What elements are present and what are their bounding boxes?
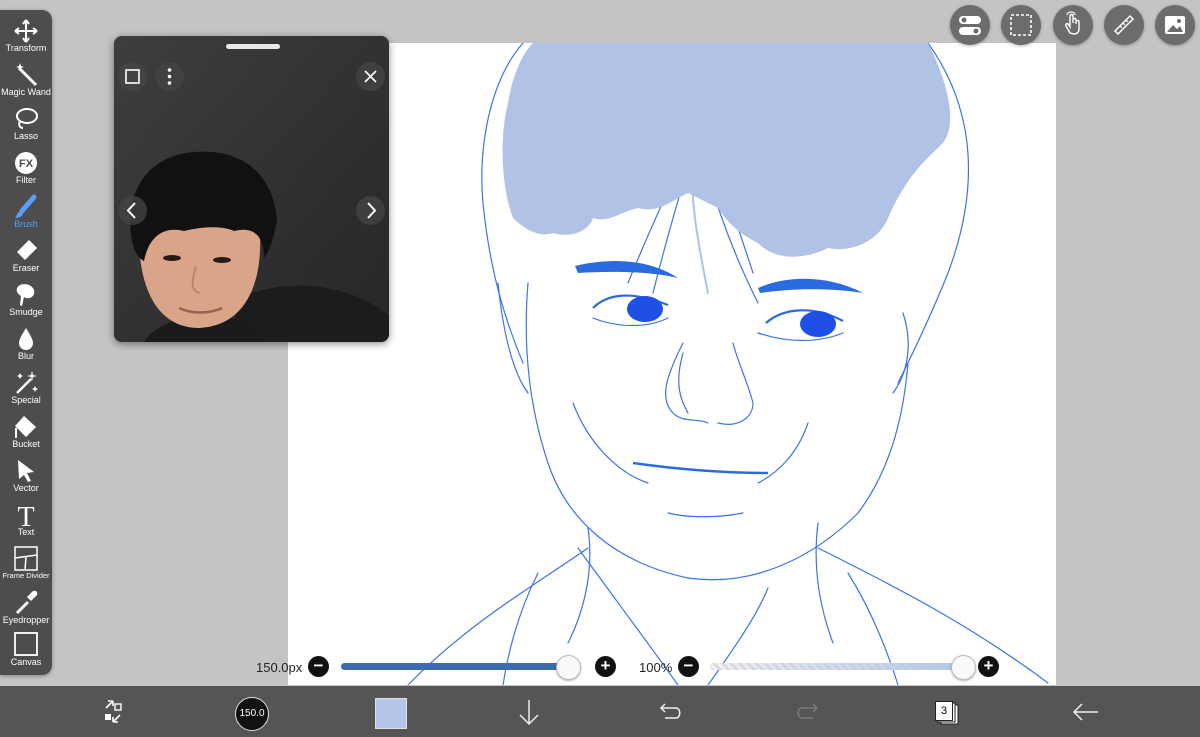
frame-divider-icon: [14, 546, 38, 571]
transform-icon: [14, 19, 38, 43]
bottom-bar: [0, 686, 1200, 737]
layers-count-badge: 3: [935, 701, 953, 721]
tool-label: Blur: [17, 351, 34, 361]
redo-icon: [797, 703, 819, 719]
tool-label: Special: [11, 395, 41, 405]
chevron-left-icon: [126, 202, 136, 219]
image-icon: [1165, 16, 1185, 34]
tool-bucket[interactable]: Bucket: [0, 414, 52, 456]
lasso-icon: [16, 108, 38, 129]
more-vertical-icon: [167, 68, 172, 85]
tool-smudge[interactable]: Smudge: [0, 282, 52, 324]
hand-touch-icon: [1065, 11, 1080, 35]
drawing-canvas[interactable]: [288, 43, 1056, 685]
opacity-label: 100%: [639, 660, 673, 675]
tool-label: Bucket: [12, 439, 40, 449]
brush-size-decrease-button[interactable]: −: [308, 656, 329, 677]
fx-icon: FX: [15, 152, 37, 174]
text-icon: T: [17, 502, 34, 528]
opacity-decrease-button[interactable]: −: [678, 656, 699, 677]
more-options-button[interactable]: [155, 62, 184, 91]
tool-canvas[interactable]: Canvas: [0, 632, 52, 674]
reference-image-button[interactable]: [1155, 5, 1195, 45]
previous-button[interactable]: [118, 196, 147, 225]
tool-label: Vector: [13, 483, 39, 493]
ruler-icon: [1113, 14, 1135, 36]
tool-magic-wand[interactable]: Magic Wand: [0, 62, 52, 104]
brush-preview-label: 150.0: [239, 708, 265, 719]
tool-special[interactable]: Special: [0, 370, 52, 412]
reference-window[interactable]: [114, 36, 389, 342]
svg-text:FX: FX: [19, 158, 34, 170]
opacity-slider-knob[interactable]: [951, 655, 976, 680]
vector-icon: [18, 460, 34, 482]
undo-icon: [659, 703, 681, 719]
opacity-increase-button[interactable]: +: [978, 656, 999, 677]
square-icon: [125, 69, 140, 84]
tool-palette: Transform Magic Wand Lasso FX Filter Bru…: [0, 10, 52, 675]
toggle-settings-icon: [959, 16, 981, 35]
touch-button[interactable]: [1053, 5, 1093, 45]
smudge-icon: [16, 284, 35, 306]
brush-size-track[interactable]: [341, 663, 581, 670]
tool-text[interactable]: T Text: [0, 502, 52, 544]
tool-label: Canvas: [10, 657, 42, 667]
tool-label: Smudge: [9, 307, 43, 317]
tool-label: Brush: [14, 219, 38, 229]
tool-label: Lasso: [13, 131, 39, 141]
eyedropper-icon: [15, 590, 38, 615]
tool-transform[interactable]: Transform: [0, 18, 52, 60]
selection-button[interactable]: [1001, 5, 1041, 45]
canvas-icon: [14, 632, 38, 656]
brush-icon: [15, 194, 37, 218]
svg-text:T: T: [17, 502, 34, 528]
tool-brush[interactable]: Brush: [0, 194, 52, 236]
tool-eyedropper[interactable]: Eyedropper: [0, 590, 52, 632]
selection-icon: [1010, 14, 1032, 36]
bucket-icon: [15, 416, 36, 438]
download-button[interactable]: [512, 686, 546, 737]
back-button[interactable]: [1068, 686, 1104, 737]
tool-vector[interactable]: Vector: [0, 458, 52, 500]
brush-size-label: 150.0px: [256, 660, 303, 675]
tool-label: Transform: [5, 43, 47, 53]
tool-lasso[interactable]: Lasso: [0, 106, 52, 148]
special-icon: [16, 371, 38, 394]
tool-label: Filter: [16, 175, 36, 185]
ruler-button[interactable]: [1104, 5, 1144, 45]
blur-icon: [19, 328, 33, 350]
undo-button[interactable]: [652, 686, 686, 737]
arrow-down-icon: [519, 700, 539, 726]
tool-label: Frame Divider: [2, 571, 50, 580]
swap-colors-icon: [105, 700, 122, 723]
next-button[interactable]: [356, 196, 385, 225]
tool-label: Eraser: [12, 263, 40, 273]
current-color-swatch[interactable]: [375, 698, 407, 729]
square-button[interactable]: [118, 62, 147, 91]
back-arrow-icon: [1072, 703, 1098, 721]
swap-colors-button[interactable]: [95, 686, 131, 737]
tool-label: Magic Wand: [1, 87, 51, 97]
brush-preview-button[interactable]: 150.0: [235, 697, 269, 731]
tool-filter[interactable]: FX Filter: [0, 150, 52, 192]
tool-label: Eyedropper: [2, 615, 50, 625]
tool-blur[interactable]: Blur: [0, 326, 52, 368]
tool-frame-divider[interactable]: Frame Divider: [0, 546, 52, 588]
eraser-icon: [17, 240, 37, 260]
magic-wand-icon: [16, 63, 38, 87]
settings-toggle-button[interactable]: [950, 5, 990, 45]
brush-size-increase-button[interactable]: +: [595, 656, 616, 677]
tool-eraser[interactable]: Eraser: [0, 238, 52, 280]
chevron-right-icon: [367, 202, 377, 219]
drag-handle[interactable]: [226, 44, 280, 49]
opacity-track[interactable]: [710, 663, 966, 670]
tool-label: Text: [17, 527, 35, 537]
redo-button[interactable]: [792, 686, 826, 737]
close-icon: [364, 70, 377, 83]
close-button[interactable]: [356, 62, 385, 91]
brush-size-slider-knob[interactable]: [555, 655, 581, 680]
